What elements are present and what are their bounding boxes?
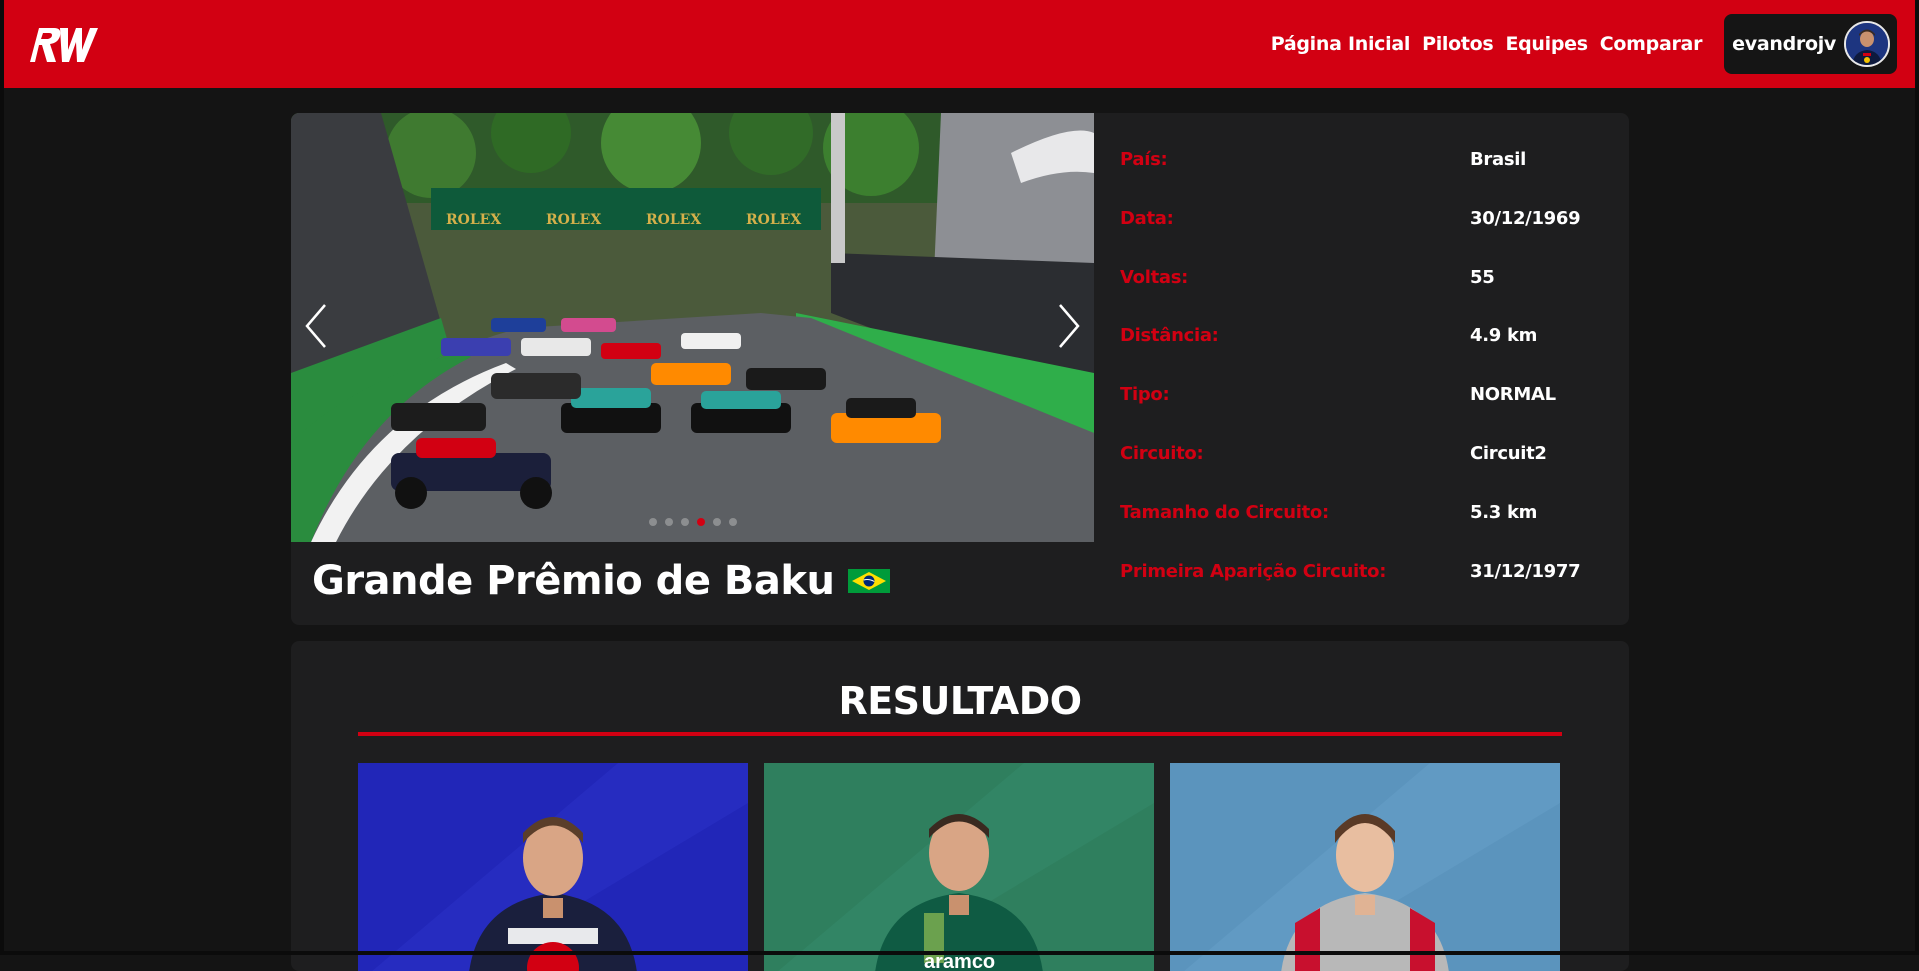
svg-text:ROLEX: ROLEX [746, 212, 801, 228]
nav-drivers-link[interactable]: Pilotos [1422, 33, 1494, 55]
driver-card-2[interactable]: aramco [764, 763, 1154, 971]
info-row-circuit-length: Tamanho do Circuito: 5.3 km [1120, 502, 1600, 561]
info-row-laps: Voltas: 55 [1120, 267, 1600, 326]
brand-logo[interactable] [24, 22, 100, 66]
result-panel: RESULTADO aramco [291, 641, 1629, 971]
driver-photo: aramco [764, 763, 1154, 971]
carousel-prev-button[interactable] [297, 301, 337, 351]
info-label: Primeira Aparição Circuito: [1120, 560, 1387, 582]
carousel-next-button[interactable] [1048, 301, 1088, 351]
brazil-flag-icon [848, 569, 891, 593]
carousel-dot-active[interactable] [696, 518, 705, 526]
info-label: Tamanho do Circuito: [1120, 501, 1329, 523]
result-divider [358, 732, 1562, 736]
carousel-dot[interactable] [664, 518, 673, 526]
driver-photo [1170, 763, 1560, 971]
info-row-distance: Distância: 4.9 km [1120, 325, 1600, 384]
svg-text:aramco: aramco [924, 951, 995, 971]
info-label: Voltas: [1120, 266, 1189, 288]
info-value: Brasil [1470, 149, 1526, 170]
info-value: 31/12/1977 [1470, 560, 1581, 582]
username: evandrojv [1732, 33, 1836, 55]
svg-text:ROLEX: ROLEX [446, 212, 501, 228]
nav-home-link[interactable]: Página Inicial [1271, 33, 1411, 55]
avatar-photo-icon [1846, 23, 1888, 65]
info-label: Tipo: [1120, 384, 1170, 406]
info-value: 55 [1470, 266, 1495, 288]
info-label: País: [1120, 149, 1168, 170]
svg-text:ROLEX: ROLEX [546, 212, 601, 228]
driver-photo [358, 763, 748, 971]
info-value: 4.9 km [1470, 325, 1538, 347]
info-label: Circuito: [1120, 442, 1204, 464]
chevron-left-icon [305, 304, 326, 348]
nav-compare-link[interactable]: Comparar [1600, 33, 1703, 55]
info-row-date: Data: 30/12/1969 [1120, 208, 1600, 267]
race-info-list: País: Brasil Data: 30/12/1969 Voltas: 55… [1120, 149, 1600, 619]
user-menu-button[interactable]: evandrojv [1724, 14, 1897, 74]
carousel-indicators [291, 518, 1094, 526]
main-nav: Página Inicial Pilotos Equipes Comparar … [1271, 14, 1897, 74]
info-label: Distância: [1120, 325, 1219, 347]
race-image-carousel[interactable]: ROLEX ROLEX ROLEX ROLEX [291, 113, 1094, 542]
carousel-dot[interactable] [728, 518, 737, 526]
info-row-first-appearance: Primeira Aparição Circuito: 31/12/1977 [1120, 561, 1600, 620]
race-start-photo: ROLEX ROLEX ROLEX ROLEX [291, 113, 1094, 542]
user-avatar [1844, 21, 1890, 67]
nav-teams-link[interactable]: Equipes [1505, 33, 1588, 55]
info-row-type: Tipo: NORMAL [1120, 384, 1600, 443]
race-title-row: Grande Prêmio de Baku [312, 558, 891, 604]
info-row-circuit: Circuito: Circuit2 [1120, 443, 1600, 502]
rw-logo-icon [30, 28, 98, 62]
info-label: Data: [1120, 207, 1174, 229]
svg-text:ROLEX: ROLEX [646, 212, 701, 228]
carousel-dot[interactable] [712, 518, 721, 526]
info-row-country: País: Brasil [1120, 149, 1600, 208]
result-heading: RESULTADO [838, 679, 1082, 723]
info-value: Circuit2 [1470, 442, 1547, 464]
info-value: 30/12/1969 [1470, 207, 1581, 229]
carousel-dot[interactable] [648, 518, 657, 526]
top-navbar: Página Inicial Pilotos Equipes Comparar … [4, 0, 1915, 88]
driver-card-3[interactable] [1170, 763, 1560, 971]
race-details-panel: ROLEX ROLEX ROLEX ROLEX Grande Prêmio de… [291, 113, 1629, 625]
carousel-dot[interactable] [680, 518, 689, 526]
driver-card-1[interactable] [358, 763, 748, 971]
chevron-right-icon [1059, 304, 1080, 348]
info-value: 5.3 km [1470, 501, 1538, 523]
race-name: Grande Prêmio de Baku [312, 558, 835, 604]
info-value: NORMAL [1470, 384, 1556, 406]
